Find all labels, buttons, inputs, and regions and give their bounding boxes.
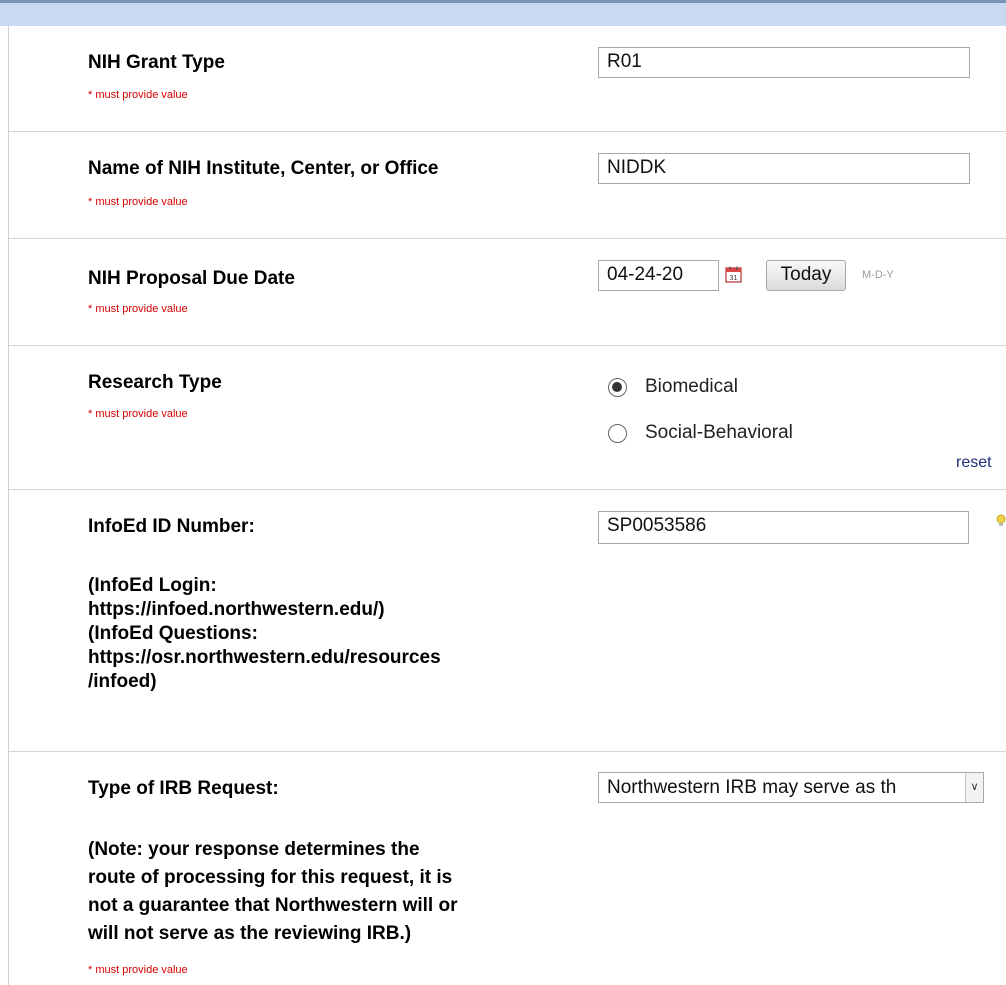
lightbulb-icon <box>996 514 1006 526</box>
radio-biomedical-label[interactable]: Biomedical <box>645 376 738 398</box>
infoed-note-line-4: https://osr.northwestern.edu/resources <box>88 647 441 668</box>
due-date-label: NIH Proposal Due Date <box>88 268 295 289</box>
infoed-note-line-5: /infoed) <box>88 671 157 692</box>
institute-input[interactable]: NIDDK <box>598 153 970 184</box>
infoed-note-line-2: https://infoed.northwestern.edu/) <box>88 599 385 620</box>
radio-social-behavioral-label[interactable]: Social-Behavioral <box>645 422 793 444</box>
row-due-date <box>9 239 1006 346</box>
irb-note-line-1: (Note: your response determines the <box>88 839 420 860</box>
infoed-id-input[interactable]: SP0053586 <box>598 511 969 544</box>
irb-request-select[interactable]: Northwestern IRB may serve as th ∨ <box>598 772 984 803</box>
calendar-icon[interactable]: 31 <box>724 265 743 284</box>
irb-note-line-2: route of processing for this request, it… <box>88 867 453 888</box>
irb-label: Type of IRB Request: <box>88 778 279 799</box>
institute-required-note: * must provide value <box>88 196 188 208</box>
irb-select-value: Northwestern IRB may serve as th <box>607 777 897 798</box>
due-date-input[interactable]: 04-24-20 <box>598 260 719 291</box>
svg-text:31: 31 <box>730 275 738 282</box>
radio-selected-icon <box>612 382 622 392</box>
row-grant-type <box>9 26 1006 132</box>
radio-biomedical[interactable] <box>608 378 627 397</box>
irb-required-note: * must provide value <box>88 964 188 976</box>
research-type-label: Research Type <box>88 372 222 393</box>
infoed-note-line-1: (InfoEd Login: <box>88 575 217 596</box>
research-type-required-note: * must provide value <box>88 408 188 420</box>
row-institute <box>9 132 1006 239</box>
infoed-label: InfoEd ID Number: <box>88 516 255 537</box>
institute-label: Name of NIH Institute, Center, or Office <box>88 158 439 179</box>
reset-link[interactable]: reset <box>956 454 992 472</box>
top-header-bar <box>0 0 1006 26</box>
grant-type-required-note: * must provide value <box>88 89 188 101</box>
grant-type-input[interactable]: R01 <box>598 47 970 78</box>
grant-type-label: NIH Grant Type <box>88 52 225 73</box>
due-date-required-note: * must provide value <box>88 303 188 315</box>
date-format-hint: M-D-Y <box>862 269 894 281</box>
irb-note-line-4: will not serve as the reviewing IRB.) <box>88 923 412 944</box>
irb-note-line-3: not a guarantee that Northwestern will o… <box>88 895 458 916</box>
radio-social-behavioral[interactable] <box>608 424 627 443</box>
chevron-down-icon[interactable]: ∨ <box>965 773 983 802</box>
infoed-note-line-3: (InfoEd Questions: <box>88 623 258 644</box>
today-button[interactable]: Today <box>766 260 846 291</box>
